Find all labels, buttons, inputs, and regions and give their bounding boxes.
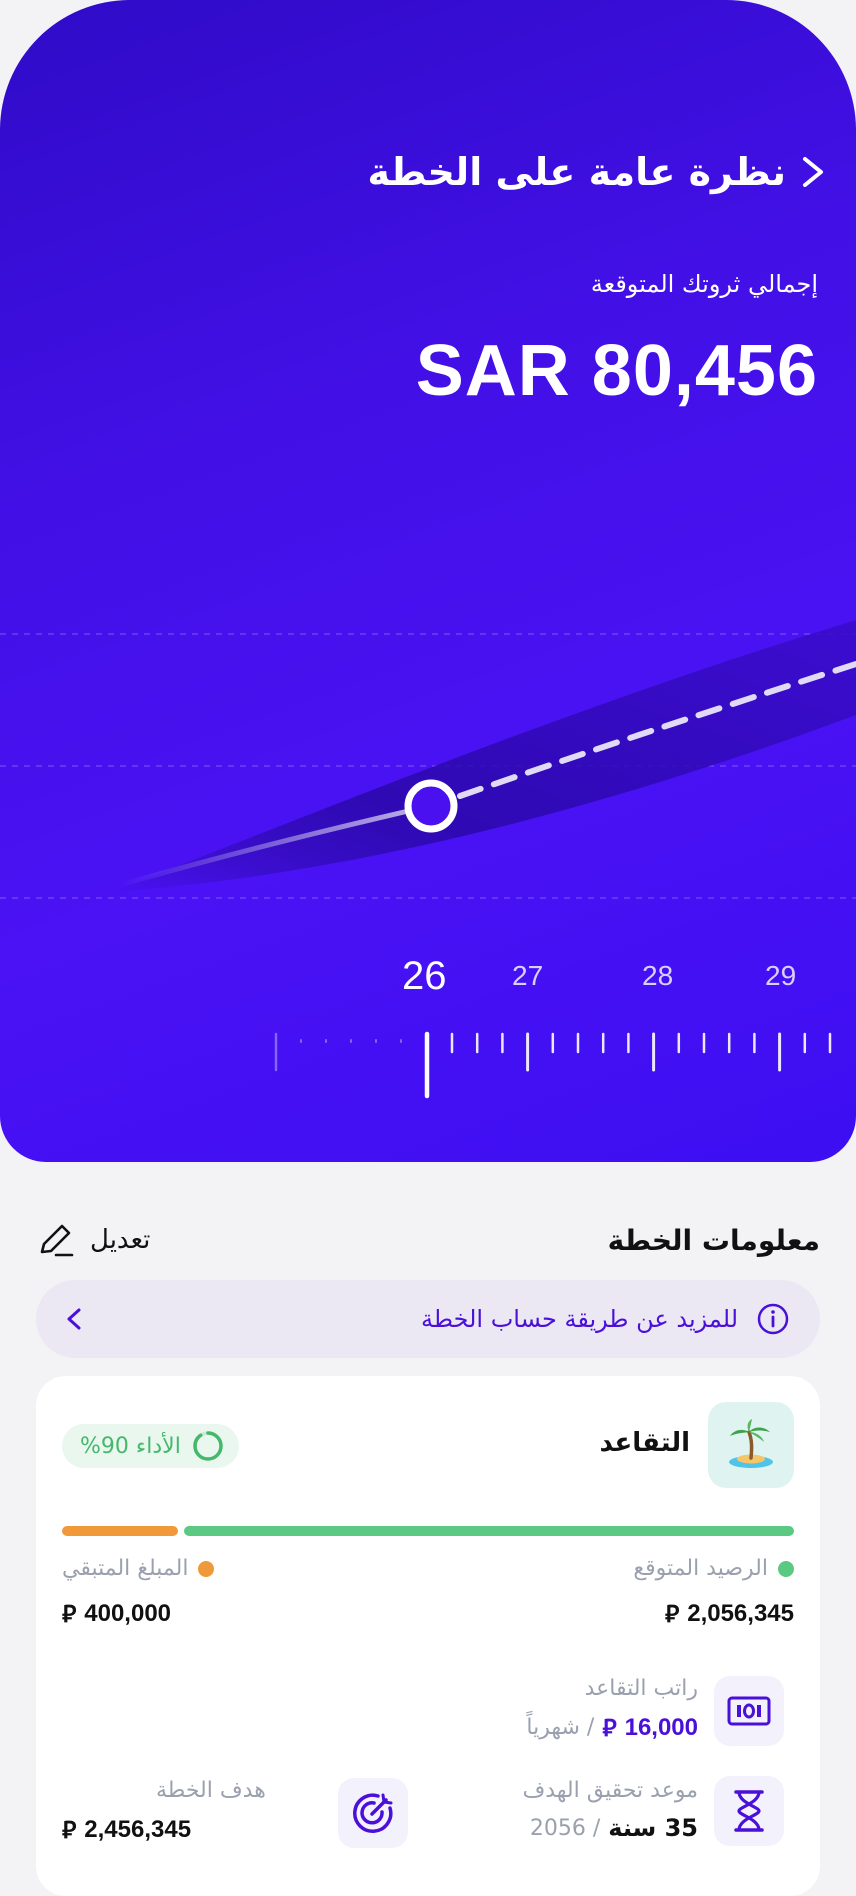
wealth-value: SAR 80,456 <box>415 331 818 411</box>
deadline-label: موعد تحقيق الهدف <box>522 1778 698 1803</box>
wealth-projection-chart <box>0 618 856 899</box>
plan-info-header: تعديل معلومات الخطة <box>36 1210 820 1270</box>
remaining-value: 400,000 <box>84 1599 172 1627</box>
hourglass-icon <box>714 1776 784 1846</box>
salary-value: 16,000 <box>624 1713 698 1741</box>
riyal-icon: ⃁ <box>62 1600 77 1628</box>
target-amount: ⃁ 2,456,345 <box>62 1814 191 1845</box>
edit-label: تعديل <box>90 1225 151 1255</box>
year-label[interactable]: 29 <box>765 960 796 992</box>
remaining-label: المبلغ المتبقي <box>62 1556 189 1581</box>
expected-balance-value: 2,056,345 <box>687 1599 794 1627</box>
performance-text: الأداء 90% <box>80 1433 181 1459</box>
pencil-icon <box>40 1224 74 1257</box>
remaining-bar <box>62 1526 178 1536</box>
target-label: هدف الخطة <box>156 1778 266 1803</box>
retirement-goal-card[interactable]: التقاعد الأداء 90% الرصيد المتوقع المبلغ… <box>36 1376 820 1896</box>
projection-band <box>110 620 856 892</box>
salary-period: / شهرياً <box>526 1715 595 1740</box>
year-label[interactable]: 28 <box>642 960 673 992</box>
remaining-amount: ⃁ 400,000 <box>62 1598 171 1629</box>
hero-panel: نظرة عامة على الخطة إجمالي ثروتك المتوقع… <box>0 0 856 1162</box>
year-ruler-slider[interactable] <box>0 1020 856 1100</box>
year-labels: 26 27 28 29 <box>0 954 856 1010</box>
salary-label: راتب التقاعد <box>584 1676 698 1701</box>
salary-icon <box>714 1676 784 1746</box>
wealth-label: إجمالي ثروتك المتوقعة <box>590 270 818 298</box>
green-dot <box>778 1560 794 1577</box>
deadline-value: 35 سنة <box>608 1814 698 1842</box>
goal-name: التقاعد <box>599 1428 690 1458</box>
deadline-amount: 35 سنة / 2056 <box>530 1814 698 1842</box>
riyal-icon: ⃁ <box>62 1816 77 1844</box>
expected-balance-legend: الرصيد المتوقع <box>633 1556 794 1581</box>
expected-balance-amount: ⃁ 2,056,345 <box>665 1598 794 1629</box>
salary-amount: 16,000 ⃁ / شهرياً <box>526 1712 698 1743</box>
page-title: نظرة عامة على الخطة <box>367 150 786 194</box>
year-current[interactable]: 26 <box>402 954 447 999</box>
remaining-legend: المبلغ المتبقي <box>62 1556 215 1581</box>
palm-island-icon <box>708 1402 794 1488</box>
current-marker[interactable] <box>404 779 458 833</box>
riyal-icon: ⃁ <box>602 1714 617 1742</box>
edit-button[interactable]: تعديل <box>36 1220 150 1260</box>
target-icon <box>338 1778 408 1848</box>
expected-balance-bar <box>184 1526 794 1536</box>
deadline-year: / 2056 <box>529 1815 601 1841</box>
info-link-bar[interactable]: للمزيد عن طريقة حساب الخطة <box>36 1280 820 1358</box>
back-chevron-icon[interactable] <box>794 152 834 192</box>
target-value: 2,456,345 <box>84 1815 192 1843</box>
chevron-left-icon <box>67 1308 81 1330</box>
info-icon <box>757 1303 789 1335</box>
header-row: نظرة عامة على الخطة <box>367 150 834 194</box>
performance-ring-icon <box>193 1431 223 1461</box>
section-title: معلومات الخطة <box>607 1223 820 1257</box>
performance-badge: الأداء 90% <box>62 1424 239 1468</box>
year-label[interactable]: 27 <box>512 960 543 992</box>
info-link-text: للمزيد عن طريقة حساب الخطة <box>421 1305 738 1333</box>
orange-dot <box>198 1560 215 1577</box>
expected-balance-label: الرصيد المتوقع <box>633 1556 768 1581</box>
riyal-icon: ⃁ <box>664 1600 680 1628</box>
